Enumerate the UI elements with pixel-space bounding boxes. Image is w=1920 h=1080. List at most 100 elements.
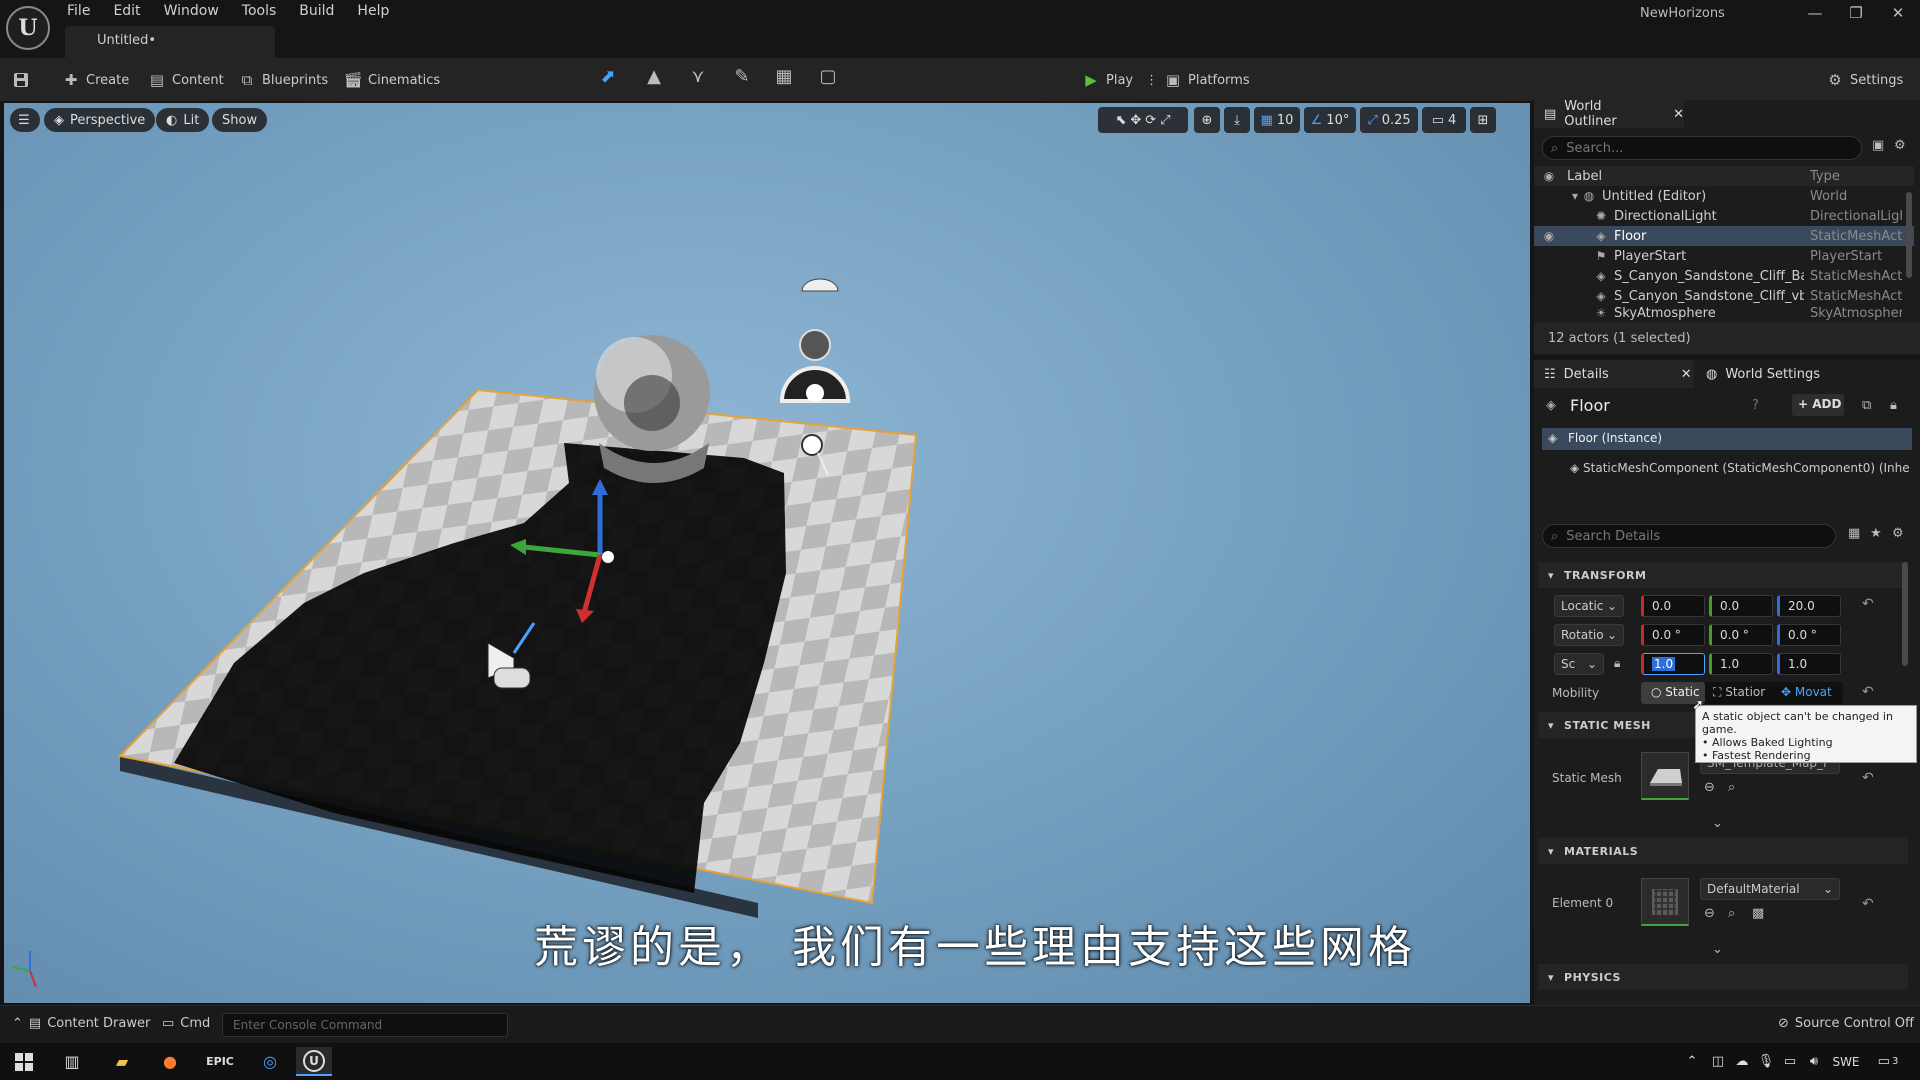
scale-lock-icon[interactable]: 🔒︎ <box>1614 656 1620 671</box>
notification-center-icon[interactable]: ▭ 3 <box>1870 1047 1906 1076</box>
scale-snap-button[interactable]: ⤢ 0.25 <box>1360 107 1418 133</box>
minimize-icon[interactable]: — <box>1795 4 1835 28</box>
landscape-mode-icon[interactable]: ▲ <box>640 66 668 94</box>
menu-help[interactable]: Help <box>348 0 403 24</box>
tray-chevron-icon[interactable]: ⌃ <box>1680 1047 1704 1076</box>
perspective-button[interactable]: ◈ Perspective <box>44 108 156 132</box>
microphone-icon[interactable]: 🎙︎ <box>1754 1047 1778 1076</box>
task-view-icon[interactable]: ▥ <box>54 1047 90 1076</box>
outliner-search-input[interactable]: ⌕ Search... <box>1542 136 1862 160</box>
level-viewport[interactable]: ☰ ◈ Perspective ◐ Lit Show ⬉ ✥ ⟳ ⤢ ⊕ ⤓ ▦… <box>4 103 1530 1003</box>
transform-section-header[interactable]: ▾ TRANSFORM <box>1538 562 1908 588</box>
rotation-x-field[interactable]: 0.0 ° <box>1641 624 1705 646</box>
menu-edit[interactable]: Edit <box>104 0 154 24</box>
unreal-editor-taskbar-icon[interactable]: U <box>296 1047 332 1076</box>
add-folder-icon[interactable]: ▣ <box>1872 138 1884 153</box>
fracture-mode-icon[interactable]: ▦ <box>770 66 798 94</box>
save-button[interactable] <box>12 67 30 93</box>
location-mode-dropdown[interactable]: Locatic ⌄ <box>1554 595 1624 617</box>
translate-tool-icon[interactable]: ✥ <box>1130 113 1141 128</box>
material-dropdown[interactable]: DefaultMaterial ⌄ <box>1700 878 1840 900</box>
play-button[interactable]: ▶ Play ⋮ <box>1082 67 1158 93</box>
menu-file[interactable]: File <box>58 0 104 24</box>
scale-z-field[interactable]: 1.0 <box>1777 653 1841 675</box>
details-scrollbar[interactable] <box>1902 562 1908 666</box>
scale-tool-icon[interactable]: ⤢ <box>1160 113 1170 128</box>
expand-chevron-icon[interactable]: ▾ <box>1568 189 1582 203</box>
rotation-z-field[interactable]: 0.0 ° <box>1777 624 1841 646</box>
outliner-row-selected[interactable]: ◉ ◈ Floor StaticMeshActor <box>1534 226 1914 246</box>
content-button[interactable]: ▤ Content <box>148 67 224 93</box>
scale-x-field[interactable]: 1.0 <box>1641 653 1705 675</box>
rotation-snap-button[interactable]: ∠ 10° <box>1304 107 1356 133</box>
details-search-input[interactable]: ⌕ Search Details <box>1542 524 1836 548</box>
physics-section-header[interactable]: ▾ PHYSICS <box>1538 964 1908 990</box>
console-input[interactable]: Enter Console Command <box>222 1013 508 1037</box>
outliner-settings-icon[interactable]: ⚙ <box>1894 138 1906 153</box>
reset-static-mesh-icon[interactable]: ↶ <box>1862 770 1874 786</box>
location-x-field[interactable]: 0.0 <box>1641 595 1705 617</box>
epic-games-icon[interactable]: EPIC <box>202 1047 238 1076</box>
blueprints-button[interactable]: ⧉ Blueprints <box>238 67 328 93</box>
outliner-row[interactable]: ◈ S_Canyon_Sandstone_Cliff_vbvql StaticM… <box>1534 286 1914 306</box>
mobility-movable-option[interactable]: ✥ Movat <box>1773 682 1841 704</box>
close-tab-icon[interactable]: ✕ <box>1681 367 1692 382</box>
camera-speed-button[interactable]: ▭ 4 <box>1422 107 1466 133</box>
details-settings-icon[interactable]: ⚙ <box>1892 526 1904 541</box>
brush-edit-mode-icon[interactable]: ▢ <box>814 66 842 94</box>
rotation-y-field[interactable]: 0.0 ° <box>1709 624 1773 646</box>
source-control-button[interactable]: ⊘ Source Control Off <box>1778 1016 1914 1031</box>
select-tool-icon[interactable]: ⬉ <box>1115 113 1126 128</box>
menu-window[interactable]: Window <box>155 0 233 24</box>
reset-location-icon[interactable]: ↶ <box>1862 596 1874 612</box>
help-icon[interactable]: ? <box>1752 398 1759 413</box>
component-row[interactable]: ◈ StaticMeshComponent (StaticMeshCompone… <box>1570 461 1910 475</box>
reset-mobility-icon[interactable]: ↶ <box>1862 684 1874 700</box>
favorites-star-icon[interactable]: ★ <box>1870 526 1882 541</box>
show-button[interactable]: Show <box>212 108 268 132</box>
lock-icon[interactable]: 🔒︎ <box>1890 398 1897 413</box>
location-z-field[interactable]: 20.0 <box>1777 595 1841 617</box>
visibility-eye-icon[interactable]: ◉ <box>1542 229 1556 243</box>
firefox-icon[interactable]: ● <box>152 1047 188 1076</box>
lit-button[interactable]: ◐ Lit <box>156 108 210 132</box>
network-icon[interactable]: ▭ <box>1778 1047 1802 1076</box>
surface-snap-toggle[interactable]: ⤓ <box>1224 107 1250 133</box>
find-asset-icon[interactable]: ⌕ <box>1728 906 1735 921</box>
outliner-row[interactable]: ✺ DirectionalLight DirectionalLight <box>1534 206 1914 226</box>
sun-icon[interactable] <box>801 434 823 456</box>
material-thumbnail[interactable] <box>1641 878 1689 926</box>
sky-light-icon[interactable] <box>801 278 839 292</box>
rotation-mode-dropdown[interactable]: Rotatio ⌄ <box>1554 624 1624 646</box>
material-options-icon[interactable]: ▩ <box>1752 906 1764 921</box>
blueprint-convert-icon[interactable]: ⧉ <box>1862 398 1871 413</box>
materials-section-header[interactable]: ▾ MATERIALS <box>1538 838 1908 864</box>
scale-mode-dropdown[interactable]: Sc ⌄ <box>1554 653 1604 675</box>
instance-row[interactable]: Floor (Instance) <box>1542 428 1912 450</box>
scale-y-field[interactable]: 1.0 <box>1709 653 1773 675</box>
outliner-row[interactable]: ◈ S_Canyon_Sandstone_Cliff_Base StaticMe… <box>1534 266 1914 286</box>
outliner-scrollbar[interactable] <box>1906 192 1912 278</box>
col-type[interactable]: Type <box>1810 169 1902 184</box>
play-options-icon[interactable]: ⋮ <box>1145 73 1158 88</box>
static-mesh-thumbnail[interactable] <box>1641 752 1689 800</box>
rotate-tool-icon[interactable]: ⟳ <box>1145 113 1156 128</box>
outliner-row[interactable]: ▾ ◍ Untitled (Editor) World <box>1534 186 1914 206</box>
sky-atmosphere-icon[interactable] <box>799 329 831 361</box>
tab-details[interactable]: ☷ Details ✕ <box>1534 360 1694 388</box>
property-matrix-icon[interactable]: ▦ <box>1848 526 1860 541</box>
expand-chevron-down-icon[interactable]: ⌄ <box>1712 816 1723 831</box>
mobility-stationary-option[interactable]: ⛶ Statior <box>1705 682 1773 704</box>
menu-build[interactable]: Build <box>290 0 348 24</box>
reset-material-icon[interactable]: ↶ <box>1862 896 1874 912</box>
outliner-row[interactable]: ☀ SkyAtmosphere SkyAtmosphere <box>1534 306 1914 320</box>
browse-to-asset-icon[interactable]: ⊖ <box>1704 780 1715 795</box>
restore-icon[interactable]: ❐ <box>1836 4 1876 28</box>
grid-snap-button[interactable]: ▦ 10 <box>1254 107 1300 133</box>
menu-tools[interactable]: Tools <box>233 0 291 24</box>
create-button[interactable]: ✚ Create <box>62 67 130 93</box>
volume-icon[interactable]: 🔊︎ <box>1802 1047 1826 1076</box>
location-y-field[interactable]: 0.0 <box>1709 595 1773 617</box>
find-asset-icon[interactable]: ⌕ <box>1728 780 1735 795</box>
input-language[interactable]: SWE <box>1828 1047 1864 1076</box>
